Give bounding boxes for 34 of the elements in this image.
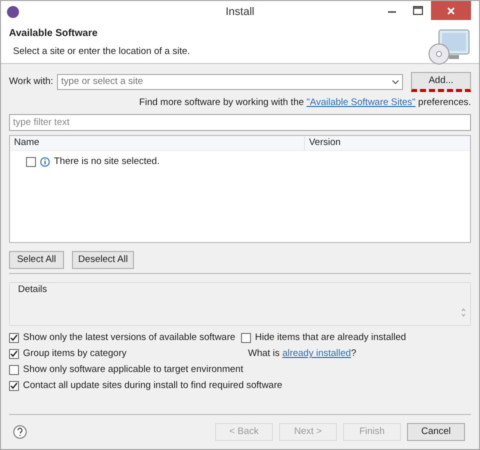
checkbox[interactable] xyxy=(9,365,19,376)
table-message: There is no site selected. xyxy=(54,155,160,170)
filter-field[interactable]: type filter text xyxy=(9,114,471,132)
window-title: Install xyxy=(226,4,254,20)
details-label: Details xyxy=(18,283,48,298)
installed-text: What is already installed? xyxy=(247,347,358,362)
checkbox[interactable] xyxy=(26,157,36,168)
info-icon xyxy=(40,157,50,168)
checkbox[interactable] xyxy=(9,333,19,344)
checkbox[interactable] xyxy=(9,381,19,392)
scroll-arrows-icon xyxy=(461,308,466,318)
preferences-text: Find more software by working with the "Available Software Sites" preferences. xyxy=(138,96,471,110)
installed-link[interactable]: already installed xyxy=(282,348,351,360)
field-label: Work with: xyxy=(9,74,54,89)
option-label[interactable]: Group items by category xyxy=(23,347,126,362)
dropdown-caret-icon[interactable] xyxy=(392,80,399,84)
column-header[interactable]: Version xyxy=(305,136,341,150)
option-label[interactable]: Show only the latest versions of available software xyxy=(23,331,236,346)
option-label[interactable]: Show only software applicable to target environment xyxy=(23,363,244,378)
help-icon[interactable] xyxy=(13,425,27,439)
page-title: Available Software xyxy=(9,27,99,41)
column-header[interactable]: Name xyxy=(10,136,305,150)
selection-button[interactable]: Deselect All xyxy=(72,251,134,270)
selection-button[interactable]: Select All xyxy=(9,251,64,270)
wizard-button[interactable]: Cancel xyxy=(407,423,465,441)
page-subtitle: Select a site or enter the location of a site. xyxy=(13,45,190,59)
preferences-link[interactable]: "Available Software Sites" xyxy=(306,97,416,108)
option-label[interactable]: Contact all update sites during install to find required software xyxy=(23,379,282,394)
app-logo-icon xyxy=(7,6,19,18)
option-label[interactable]: Hide items that are already installed xyxy=(255,331,406,346)
add-button[interactable]: Add... xyxy=(411,72,471,92)
close-icon[interactable] xyxy=(431,1,471,20)
checkbox[interactable] xyxy=(9,349,19,360)
checkbox[interactable] xyxy=(241,333,251,344)
